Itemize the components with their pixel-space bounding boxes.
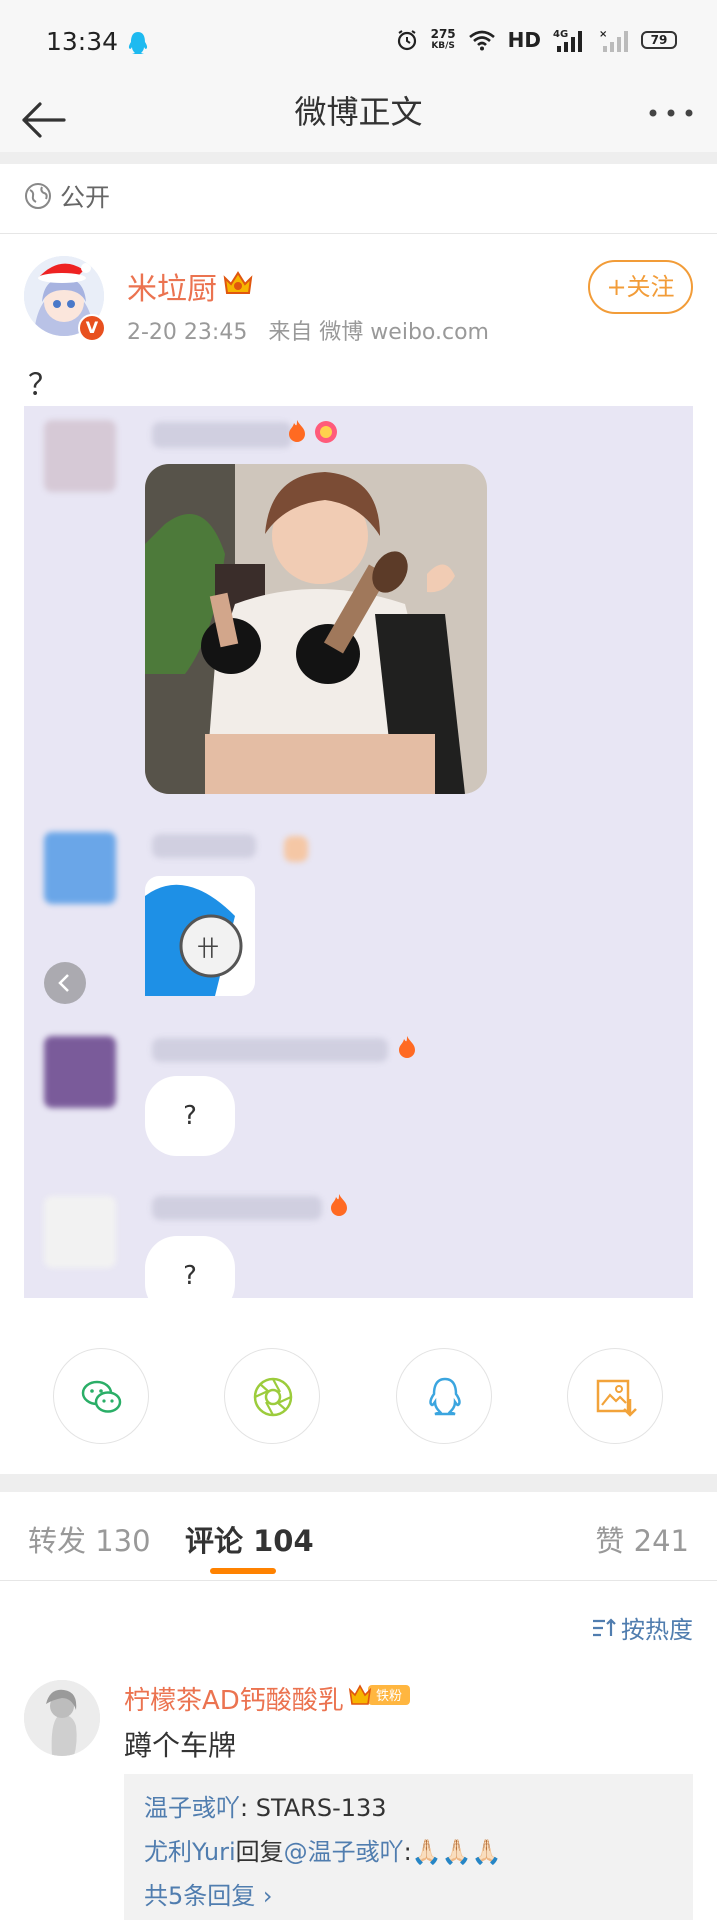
- blurred-username: [152, 1038, 388, 1062]
- reply-mention[interactable]: @温子彧吖: [284, 1838, 404, 1866]
- signal-4g-icon: 4G: [553, 29, 582, 52]
- previous-image-button[interactable]: [44, 962, 86, 1004]
- chat-bubble: ?: [145, 1076, 235, 1156]
- post-source: 来自 微博 weibo.com: [268, 320, 489, 345]
- chat-photo: [145, 464, 487, 794]
- reply-item: 温子彧吖: STARS-133: [144, 1788, 387, 1823]
- divider: [0, 152, 717, 164]
- more-options-icon[interactable]: [645, 98, 697, 128]
- signal-empty-icon: ×: [599, 29, 628, 52]
- svg-text:卄: 卄: [197, 937, 219, 962]
- commenter-name[interactable]: 柠檬茶AD钙酸酸乳: [124, 1680, 344, 1717]
- blurred-username: [152, 834, 256, 858]
- status-bar: 13:34 275 KB/S HD 4G × 79: [0, 0, 717, 86]
- svg-text:4G: 4G: [553, 29, 568, 40]
- divider: [0, 1580, 717, 1581]
- reply-preview-box[interactable]: 温子彧吖: STARS-133 尤利Yuri回复@温子彧吖:🙏🏻🙏🏻🙏🏻 共5条…: [124, 1774, 693, 1920]
- divider: [0, 1474, 717, 1492]
- share-wechat-button[interactable]: [53, 1348, 149, 1444]
- fire-icon: [399, 1036, 415, 1058]
- chat-bubble: ?: [145, 1236, 235, 1298]
- share-moments-button[interactable]: [224, 1348, 320, 1444]
- nav-bar: 微博正文: [0, 86, 717, 152]
- comment-text: 蹲个车牌: [124, 1729, 237, 1762]
- svg-text:×: ×: [599, 29, 607, 40]
- wifi-icon: [468, 30, 495, 51]
- fire-icon: [331, 1194, 347, 1216]
- tab-like[interactable]: 赞 241: [595, 1518, 689, 1560]
- share-qq-button[interactable]: [396, 1348, 492, 1444]
- author-name[interactable]: 米垃厨: [127, 264, 217, 308]
- blurred-username: [152, 422, 292, 448]
- save-image-icon: [596, 1379, 637, 1417]
- fan-badge-icon: 铁粉: [348, 1684, 410, 1705]
- vip-crown-icon: [223, 271, 253, 294]
- post-time: 2-20 23:45: [127, 320, 248, 345]
- sticker-image: 卄: [145, 876, 255, 996]
- visibility-row: 公开: [24, 178, 110, 214]
- network-speed: 275 KB/S: [430, 27, 456, 51]
- wechat-icon: [81, 1380, 122, 1413]
- sort-label: 按热度: [621, 1616, 693, 1644]
- page-title: 微博正文: [294, 93, 423, 131]
- hd-indicator: HD: [507, 28, 541, 52]
- sort-icon: [593, 1617, 616, 1636]
- post-image[interactable]: 卄 ? ?: [24, 406, 693, 1298]
- moments-icon: [253, 1377, 293, 1417]
- save-image-button[interactable]: [567, 1348, 663, 1444]
- reply-text: : STARS-133: [240, 1794, 387, 1822]
- globe-icon: [25, 183, 51, 209]
- post-text: ？: [28, 368, 58, 403]
- battery-indicator: 79: [641, 31, 677, 49]
- alarm-icon: [397, 30, 416, 51]
- reply-item: 尤利Yuri回复@温子彧吖:🙏🏻🙏🏻🙏🏻: [144, 1832, 501, 1867]
- commenter-avatar[interactable]: [24, 1680, 100, 1756]
- tab-comment[interactable]: 评论 104: [185, 1518, 314, 1560]
- status-time: 13:34: [46, 27, 119, 56]
- svg-text:铁粉: 铁粉: [376, 1689, 402, 1704]
- blurred-avatar: [44, 832, 116, 904]
- verified-badge-icon: V: [78, 314, 106, 342]
- blurred-badge: [284, 836, 308, 862]
- reply-author[interactable]: 温子彧吖: [144, 1794, 240, 1822]
- blurred-avatar: [44, 420, 116, 492]
- sort-by-hot-button[interactable]: 按热度: [591, 1610, 693, 1645]
- reply-connector: 回复: [235, 1838, 284, 1866]
- blurred-avatar: [44, 1196, 116, 1268]
- post-meta: 2-20 23:45 来自 微博 weibo.com: [127, 314, 489, 346]
- active-tab-indicator: [210, 1568, 276, 1574]
- follow-button[interactable]: +关注: [588, 260, 693, 314]
- blurred-avatar: [44, 1036, 116, 1108]
- emoji-badge-icon: [315, 421, 337, 443]
- qq-icon: [429, 1377, 461, 1416]
- fire-icon: [289, 420, 305, 442]
- blurred-username: [152, 1196, 322, 1220]
- qq-notification-icon: [128, 32, 148, 54]
- reply-author[interactable]: 尤利Yuri: [144, 1838, 236, 1866]
- divider: [0, 233, 717, 234]
- tab-repost[interactable]: 转发 130: [28, 1518, 151, 1560]
- view-all-replies-link[interactable]: 共5条回复 ›: [144, 1876, 273, 1911]
- visibility-label: 公开: [60, 183, 111, 212]
- reply-text: :🙏🏻🙏🏻🙏🏻: [403, 1838, 502, 1866]
